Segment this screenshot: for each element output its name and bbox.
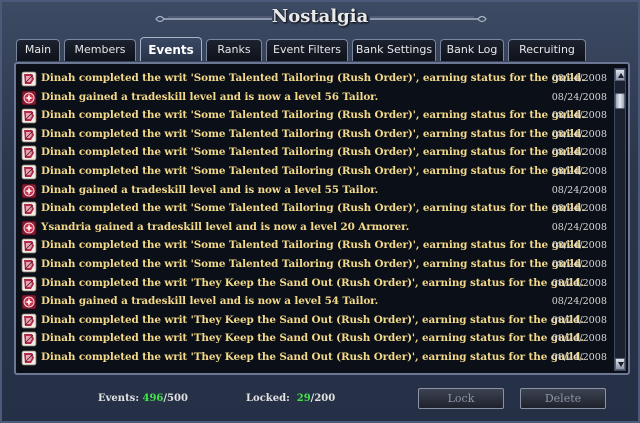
event-list-scrollbar[interactable]	[614, 68, 626, 371]
event-text: Ysandria gained a tradeskill level and i…	[41, 220, 410, 233]
event-text: Dinah completed the writ 'Some Talented …	[41, 146, 585, 159]
locked-count-label: Locked: 29/200	[246, 393, 335, 404]
scroll-icon	[21, 145, 37, 161]
event-date: 08/24/2008	[551, 184, 607, 196]
event-text: Dinah completed the writ 'Some Talented …	[41, 257, 585, 270]
scroll-icon	[21, 238, 37, 254]
event-text: Dinah completed the writ 'Some Talented …	[41, 127, 585, 140]
event-text: Dinah gained a tradeskill level and is n…	[41, 295, 379, 308]
tradeskill-icon	[21, 220, 37, 236]
events-count: 496	[142, 393, 164, 404]
event-row[interactable]: Dinah completed the writ 'Some Talented …	[19, 237, 611, 256]
event-date: 08/24/2008	[551, 221, 607, 233]
scroll-thumb[interactable]	[615, 93, 625, 109]
event-text: Dinah completed the writ 'They Keep the …	[41, 350, 584, 363]
event-date: 08/24/2008	[551, 147, 607, 159]
scroll-icon	[21, 331, 37, 347]
event-date: 08/24/2008	[551, 333, 607, 345]
event-row[interactable]: Dinah completed the writ 'They Keep the …	[19, 312, 611, 331]
event-text: Dinah completed the writ 'They Keep the …	[41, 313, 584, 326]
scroll-icon	[21, 276, 37, 292]
tab-recruiting[interactable]: Recruiting	[508, 39, 586, 61]
event-row[interactable]: Ysandria gained a tradeskill level and i…	[19, 219, 611, 238]
event-date: 08/24/2008	[551, 110, 607, 122]
event-row[interactable]: Dinah completed the writ 'They Keep the …	[19, 330, 611, 349]
delete-button[interactable]: Delete	[520, 388, 606, 409]
event-row[interactable]: Dinah completed the writ 'They Keep the …	[19, 349, 611, 368]
arrow-up-icon	[618, 73, 624, 78]
tradeskill-icon	[21, 183, 37, 199]
tradeskill-icon	[21, 294, 37, 310]
tab-event-filters[interactable]: Event Filters	[266, 39, 348, 61]
event-list[interactable]: Dinah completed the writ 'Some Talented …	[19, 70, 611, 368]
scroll-icon	[21, 350, 37, 366]
tab-members[interactable]: Members	[64, 39, 136, 61]
event-row[interactable]: Dinah completed the writ 'Some Talented …	[19, 200, 611, 219]
event-date: 08/24/2008	[551, 128, 607, 140]
event-row[interactable]: Dinah gained a tradeskill level and is n…	[19, 89, 611, 108]
events-max: 500	[167, 393, 188, 404]
event-text: Dinah completed the writ 'They Keep the …	[41, 276, 584, 289]
title-ornament-right-icon	[370, 15, 487, 23]
scroll-icon	[21, 164, 37, 180]
event-row[interactable]: Dinah completed the writ 'Some Talented …	[19, 144, 611, 163]
event-date: 08/24/2008	[551, 351, 607, 363]
locked-label: Locked:	[246, 393, 290, 404]
scroll-icon	[21, 108, 37, 124]
event-row[interactable]: Dinah completed the writ 'Some Talented …	[19, 70, 611, 89]
locked-count: 29	[296, 393, 311, 404]
event-row[interactable]: Dinah gained a tradeskill level and is n…	[19, 182, 611, 201]
lock-button[interactable]: Lock	[418, 388, 504, 409]
scroll-icon	[21, 127, 37, 143]
scroll-icon	[21, 201, 37, 217]
scroll-icon	[21, 71, 37, 87]
event-date: 08/24/2008	[551, 165, 607, 177]
scroll-up-button[interactable]	[615, 69, 625, 81]
event-date: 08/24/2008	[551, 203, 607, 215]
event-date: 08/24/2008	[551, 314, 607, 326]
event-text: Dinah completed the writ 'Some Talented …	[41, 164, 585, 177]
event-text: Dinah completed the writ 'Some Talented …	[41, 109, 585, 122]
event-text: Dinah gained a tradeskill level and is n…	[41, 183, 379, 196]
tab-ranks[interactable]: Ranks	[206, 39, 262, 61]
event-text: Dinah completed the writ 'Some Talented …	[41, 72, 585, 84]
arrow-down-icon	[618, 362, 624, 367]
event-date: 08/24/2008	[551, 73, 607, 84]
tab-bank-settings[interactable]: Bank Settings	[352, 39, 436, 61]
events-panel: Dinah completed the writ 'Some Talented …	[14, 62, 630, 375]
event-date: 08/24/2008	[551, 91, 607, 103]
event-row[interactable]: Dinah gained a tradeskill level and is n…	[19, 293, 611, 312]
event-row[interactable]: Dinah completed the writ 'Some Talented …	[19, 126, 611, 145]
event-text: Dinah completed the writ 'Some Talented …	[41, 239, 585, 252]
event-text: Dinah completed the writ 'Some Talented …	[41, 202, 585, 215]
title-bar[interactable]: Nostalgia	[2, 2, 638, 36]
guild-window: Nostalgia Main Members Events Ranks Even…	[0, 0, 640, 423]
tab-main[interactable]: Main	[16, 39, 60, 61]
event-row[interactable]: Dinah completed the writ 'They Keep the …	[19, 275, 611, 294]
window-title: Nostalgia	[271, 6, 369, 27]
scroll-icon	[21, 313, 37, 329]
event-row[interactable]: Dinah completed the writ 'Some Talented …	[19, 256, 611, 275]
tab-bank-log[interactable]: Bank Log	[440, 39, 504, 61]
scroll-down-button[interactable]	[615, 358, 625, 370]
tab-events[interactable]: Events	[140, 37, 202, 61]
event-row[interactable]: Dinah completed the writ 'Some Talented …	[19, 163, 611, 182]
event-date: 08/24/2008	[551, 240, 607, 252]
scroll-icon	[21, 257, 37, 273]
events-count-label: Events: 496/500	[98, 393, 188, 404]
event-date: 08/24/2008	[551, 277, 607, 289]
tradeskill-icon	[21, 90, 37, 106]
event-text: Dinah gained a tradeskill level and is n…	[41, 90, 379, 103]
event-text: Dinah completed the writ 'They Keep the …	[41, 332, 584, 345]
events-label: Events:	[98, 393, 140, 404]
event-date: 08/24/2008	[551, 296, 607, 308]
locked-max: 200	[314, 393, 336, 404]
event-row[interactable]: Dinah completed the writ 'Some Talented …	[19, 107, 611, 126]
event-date: 08/24/2008	[551, 258, 607, 270]
